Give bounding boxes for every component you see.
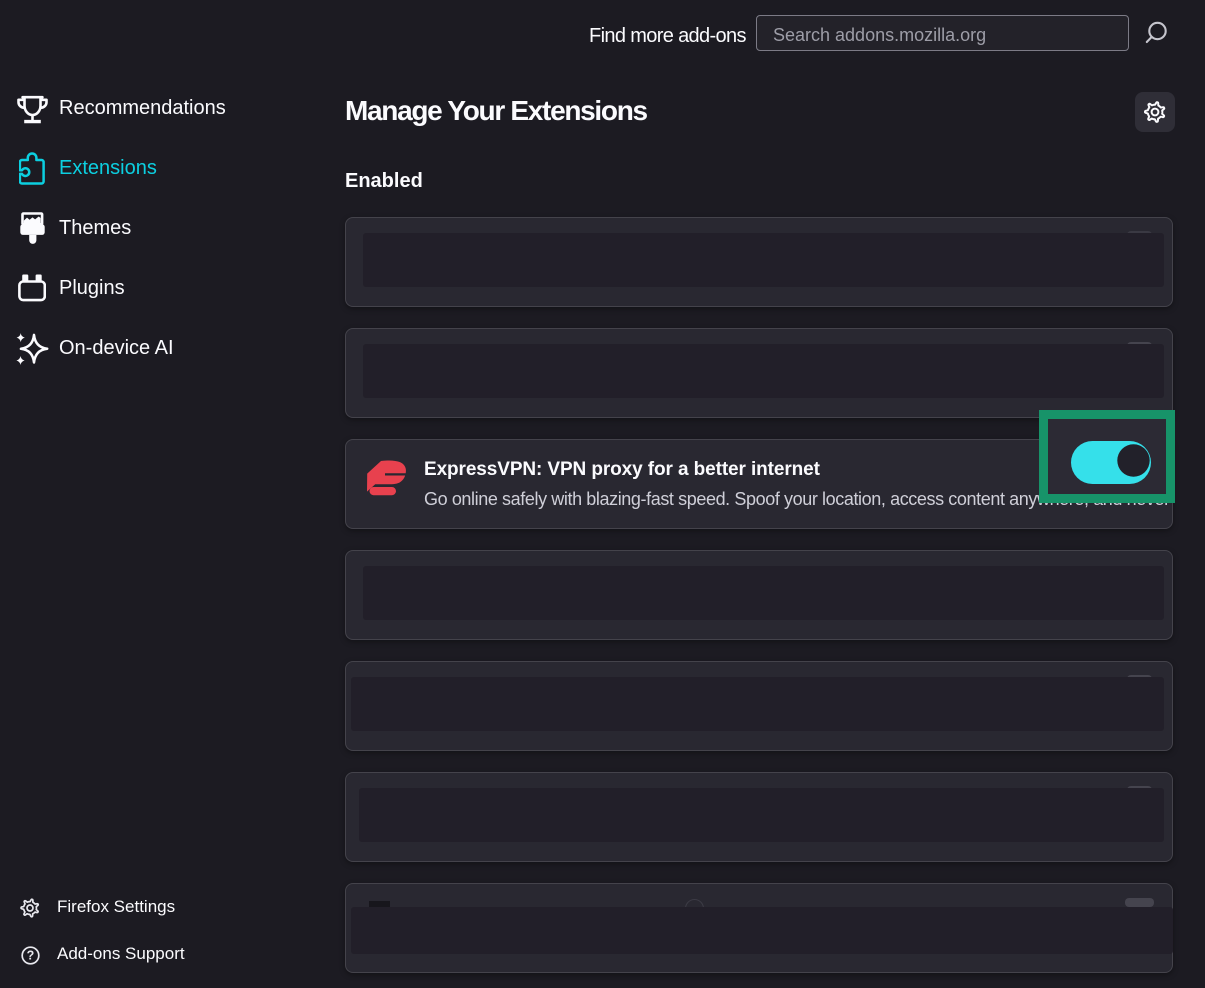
svg-text:?: ? — [27, 949, 35, 963]
